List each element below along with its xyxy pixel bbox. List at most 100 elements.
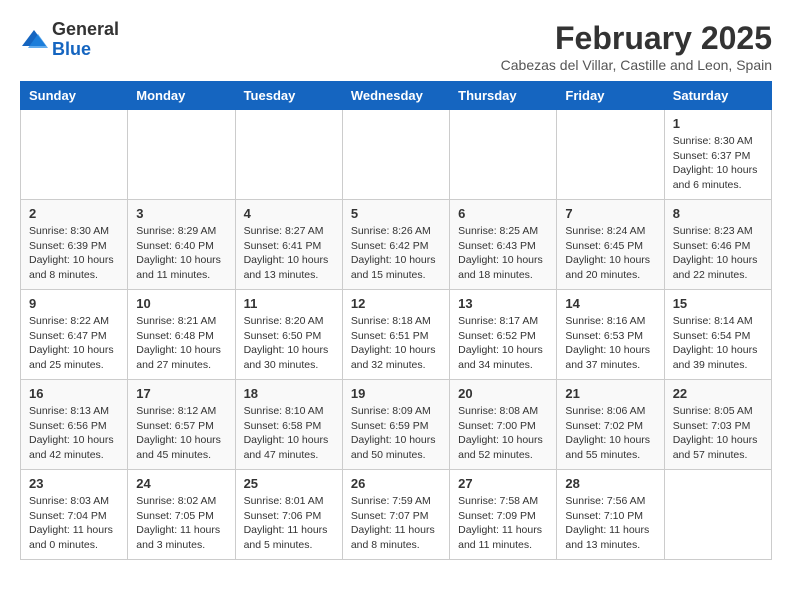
calendar-cell: 4Sunrise: 8:27 AM Sunset: 6:41 PM Daylig… <box>235 200 342 290</box>
calendar-cell: 8 Sunrise: 8:23 AM Sunset: 6:46 PM Daylig… <box>664 200 771 290</box>
day-number: 27 <box>458 476 548 491</box>
day-info: Sunrise: 8:21 AM Sunset: 6:48 PM Dayligh… <box>136 314 226 373</box>
calendar-week-row: 16Sunrise: 8:13 AM Sunset: 6:56 PM Dayli… <box>21 380 772 470</box>
calendar-cell: 26Sunrise: 7:59 AM Sunset: 7:07 PM Dayli… <box>342 470 449 560</box>
day-number: 9 <box>29 296 119 311</box>
day-number: 21 <box>565 386 655 401</box>
day-number: 25 <box>244 476 334 491</box>
day-info: Sunrise: 8:24 AM Sunset: 6:45 PM Dayligh… <box>565 224 655 283</box>
day-number: 14 <box>565 296 655 311</box>
day-info: Sunrise: 8:02 AM Sunset: 7:05 PM Dayligh… <box>136 494 226 553</box>
calendar-cell: 27 Sunrise: 7:58 AM Sunset: 7:09 PM Dayli… <box>450 470 557 560</box>
day-info: Sunrise: 8:01 AM Sunset: 7:06 PM Dayligh… <box>244 494 334 553</box>
day-info: Sunrise: 8:16 AM Sunset: 6:53 PM Dayligh… <box>565 314 655 373</box>
day-number: 20 <box>458 386 548 401</box>
logo-blue-text: Blue <box>52 39 91 59</box>
calendar-cell: 7 Sunrise: 8:24 AM Sunset: 6:45 PM Daylig… <box>557 200 664 290</box>
day-info: Sunrise: 8:06 AM Sunset: 7:02 PM Dayligh… <box>565 404 655 463</box>
logo-general-text: General <box>52 19 119 39</box>
day-info: Sunrise: 7:56 AM Sunset: 7:10 PM Dayligh… <box>565 494 655 553</box>
day-number: 1 <box>673 116 763 131</box>
logo: General Blue <box>20 20 119 60</box>
title-area: February 2025 Cabezas del Villar, Castil… <box>501 20 772 73</box>
weekday-header: Friday <box>557 82 664 110</box>
calendar-week-row: 9 Sunrise: 8:22 AM Sunset: 6:47 PM Daylig… <box>21 290 772 380</box>
calendar-cell: 5 Sunrise: 8:26 AM Sunset: 6:42 PM Daylig… <box>342 200 449 290</box>
weekday-header: Tuesday <box>235 82 342 110</box>
calendar-week-row: 1 Sunrise: 8:30 AM Sunset: 6:37 PM Daylig… <box>21 110 772 200</box>
day-info: Sunrise: 8:10 AM Sunset: 6:58 PM Dayligh… <box>244 404 334 463</box>
calendar-cell: 21 Sunrise: 8:06 AM Sunset: 7:02 PM Dayli… <box>557 380 664 470</box>
calendar-cell: 19 Sunrise: 8:09 AM Sunset: 6:59 PM Dayli… <box>342 380 449 470</box>
weekday-header: Sunday <box>21 82 128 110</box>
logo-icon <box>20 26 48 54</box>
day-number: 8 <box>673 206 763 221</box>
calendar-cell: 11 Sunrise: 8:20 AM Sunset: 6:50 PM Dayli… <box>235 290 342 380</box>
calendar-cell <box>342 110 449 200</box>
calendar-cell: 13 Sunrise: 8:17 AM Sunset: 6:52 PM Dayli… <box>450 290 557 380</box>
calendar-cell: 28 Sunrise: 7:56 AM Sunset: 7:10 PM Dayli… <box>557 470 664 560</box>
calendar-cell: 2 Sunrise: 8:30 AM Sunset: 6:39 PM Daylig… <box>21 200 128 290</box>
calendar-cell: 25 Sunrise: 8:01 AM Sunset: 7:06 PM Dayli… <box>235 470 342 560</box>
calendar-cell: 22 Sunrise: 8:05 AM Sunset: 7:03 PM Dayli… <box>664 380 771 470</box>
page-header: General Blue February 2025 Cabezas del V… <box>20 20 772 73</box>
day-info: Sunrise: 8:12 AM Sunset: 6:57 PM Dayligh… <box>136 404 226 463</box>
day-number: 7 <box>565 206 655 221</box>
day-number: 19 <box>351 386 441 401</box>
day-number: 15 <box>673 296 763 311</box>
day-number: 12 <box>351 296 441 311</box>
calendar-cell <box>21 110 128 200</box>
location-subtitle: Cabezas del Villar, Castille and Leon, S… <box>501 57 772 73</box>
day-number: 13 <box>458 296 548 311</box>
calendar-cell: 23 Sunrise: 8:03 AM Sunset: 7:04 PM Dayli… <box>21 470 128 560</box>
day-info: Sunrise: 8:18 AM Sunset: 6:51 PM Dayligh… <box>351 314 441 373</box>
calendar-cell: 24Sunrise: 8:02 AM Sunset: 7:05 PM Dayli… <box>128 470 235 560</box>
day-number: 22 <box>673 386 763 401</box>
day-number: 5 <box>351 206 441 221</box>
day-number: 16 <box>29 386 119 401</box>
day-info: Sunrise: 7:58 AM Sunset: 7:09 PM Dayligh… <box>458 494 548 553</box>
day-info: Sunrise: 8:08 AM Sunset: 7:00 PM Dayligh… <box>458 404 548 463</box>
day-number: 28 <box>565 476 655 491</box>
day-info: Sunrise: 8:26 AM Sunset: 6:42 PM Dayligh… <box>351 224 441 283</box>
calendar-cell: 16Sunrise: 8:13 AM Sunset: 6:56 PM Dayli… <box>21 380 128 470</box>
day-info: Sunrise: 8:23 AM Sunset: 6:46 PM Dayligh… <box>673 224 763 283</box>
calendar-cell <box>450 110 557 200</box>
day-number: 10 <box>136 296 226 311</box>
calendar-cell <box>557 110 664 200</box>
day-number: 23 <box>29 476 119 491</box>
day-number: 18 <box>244 386 334 401</box>
day-info: Sunrise: 8:30 AM Sunset: 6:39 PM Dayligh… <box>29 224 119 283</box>
day-number: 11 <box>244 296 334 311</box>
calendar-cell: 17 Sunrise: 8:12 AM Sunset: 6:57 PM Dayli… <box>128 380 235 470</box>
day-number: 17 <box>136 386 226 401</box>
day-info: Sunrise: 8:30 AM Sunset: 6:37 PM Dayligh… <box>673 134 763 193</box>
calendar-cell: 9 Sunrise: 8:22 AM Sunset: 6:47 PM Daylig… <box>21 290 128 380</box>
day-info: Sunrise: 8:03 AM Sunset: 7:04 PM Dayligh… <box>29 494 119 553</box>
day-info: Sunrise: 8:22 AM Sunset: 6:47 PM Dayligh… <box>29 314 119 373</box>
weekday-header-row: SundayMondayTuesdayWednesdayThursdayFrid… <box>21 82 772 110</box>
calendar-cell <box>128 110 235 200</box>
day-info: Sunrise: 7:59 AM Sunset: 7:07 PM Dayligh… <box>351 494 441 553</box>
calendar-week-row: 2 Sunrise: 8:30 AM Sunset: 6:39 PM Daylig… <box>21 200 772 290</box>
day-info: Sunrise: 8:20 AM Sunset: 6:50 PM Dayligh… <box>244 314 334 373</box>
calendar-cell: 3Sunrise: 8:29 AM Sunset: 6:40 PM Daylig… <box>128 200 235 290</box>
calendar-table: SundayMondayTuesdayWednesdayThursdayFrid… <box>20 81 772 560</box>
day-number: 6 <box>458 206 548 221</box>
day-info: Sunrise: 8:29 AM Sunset: 6:40 PM Dayligh… <box>136 224 226 283</box>
calendar-cell: 18 Sunrise: 8:10 AM Sunset: 6:58 PM Dayli… <box>235 380 342 470</box>
weekday-header: Thursday <box>450 82 557 110</box>
calendar-cell: 10 Sunrise: 8:21 AM Sunset: 6:48 PM Dayli… <box>128 290 235 380</box>
weekday-header: Monday <box>128 82 235 110</box>
day-info: Sunrise: 8:17 AM Sunset: 6:52 PM Dayligh… <box>458 314 548 373</box>
calendar-cell <box>664 470 771 560</box>
calendar-cell: 20 Sunrise: 8:08 AM Sunset: 7:00 PM Dayli… <box>450 380 557 470</box>
day-number: 2 <box>29 206 119 221</box>
day-info: Sunrise: 8:05 AM Sunset: 7:03 PM Dayligh… <box>673 404 763 463</box>
month-year-title: February 2025 <box>501 20 772 57</box>
day-info: Sunrise: 8:09 AM Sunset: 6:59 PM Dayligh… <box>351 404 441 463</box>
weekday-header: Wednesday <box>342 82 449 110</box>
weekday-header: Saturday <box>664 82 771 110</box>
day-info: Sunrise: 8:25 AM Sunset: 6:43 PM Dayligh… <box>458 224 548 283</box>
calendar-cell: 1 Sunrise: 8:30 AM Sunset: 6:37 PM Daylig… <box>664 110 771 200</box>
